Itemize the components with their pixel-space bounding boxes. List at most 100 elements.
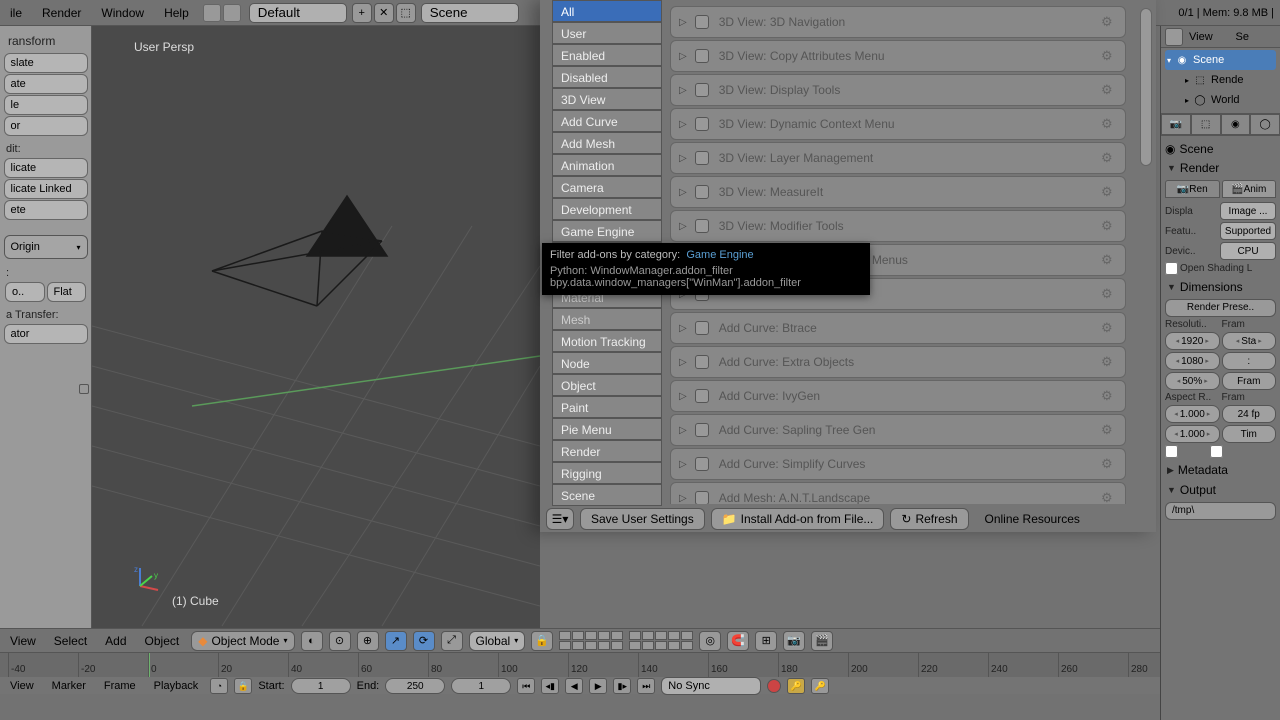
display-dropdown[interactable]: Image ... [1220, 202, 1276, 220]
timeline-frame-menu[interactable]: Frame [98, 680, 142, 692]
layer-button[interactable] [655, 641, 667, 650]
addon-enable-checkbox[interactable] [695, 389, 709, 403]
expand-addon-icon[interactable]: ▷ [679, 17, 695, 28]
menu-render[interactable]: Render [32, 2, 91, 24]
category-rigging[interactable]: Rigging [552, 462, 662, 484]
timeline-view-menu[interactable]: View [4, 680, 40, 692]
tab-layers[interactable]: ⬚ [1191, 114, 1221, 135]
scale-button[interactable]: le [4, 95, 88, 115]
layer-button[interactable] [629, 631, 641, 640]
save-user-settings-button[interactable]: Save User Settings [580, 508, 705, 530]
addon-link-icon[interactable]: ⚙ [1101, 82, 1117, 98]
rotate-button[interactable]: ate [4, 74, 88, 94]
layers-lock[interactable]: 🔒 [531, 631, 553, 651]
layer-button[interactable] [642, 641, 654, 650]
addon-enable-checkbox[interactable] [695, 117, 709, 131]
outliner-item-scene[interactable]: ▾ ◉ Scene [1165, 50, 1276, 70]
output-path-input[interactable]: /tmp\ [1165, 502, 1276, 520]
play-button[interactable]: ▶ [589, 678, 607, 694]
opengl-render-button[interactable]: 📷 [783, 631, 805, 651]
expand-addon-icon[interactable]: ▷ [679, 221, 695, 232]
expand-addon-icon[interactable]: ▷ [679, 153, 695, 164]
category-paint[interactable]: Paint [552, 396, 662, 418]
category-disabled[interactable]: Disabled [552, 66, 662, 88]
category-node[interactable]: Node [552, 352, 662, 374]
jump-start-button[interactable]: ⏮ [517, 678, 535, 694]
addon-link-icon[interactable]: ⚙ [1101, 422, 1117, 438]
timeline-ruler[interactable]: -40-200204060801001201401601802002202402… [0, 653, 1160, 677]
addon-link-icon[interactable]: ⚙ [1101, 490, 1117, 504]
addon-link-icon[interactable]: ⚙ [1101, 286, 1117, 302]
layer-button[interactable] [668, 641, 680, 650]
scene-dropdown[interactable] [421, 3, 519, 23]
keyframe-next-button[interactable]: ▮▸ [613, 678, 631, 694]
render-panel-header[interactable]: ▼Render [1165, 158, 1276, 178]
scene-name-input[interactable] [430, 5, 510, 20]
add-layout-button[interactable]: + [352, 3, 372, 23]
layer-button[interactable] [559, 631, 571, 640]
shade-flat-button[interactable]: Flat [47, 282, 87, 302]
layer-button[interactable] [611, 631, 623, 640]
opengl-anim-button[interactable]: 🎬 [811, 631, 833, 651]
use-preview-range[interactable]: ◔ [210, 678, 228, 694]
expand-addon-icon[interactable]: ▷ [679, 357, 695, 368]
online-resources-link[interactable]: Online Resources [975, 508, 1090, 530]
category-3d-view[interactable]: 3D View [552, 88, 662, 110]
category-all[interactable]: All [552, 0, 662, 22]
layer-button[interactable] [585, 641, 597, 650]
frame-start-field[interactable]: 1 [291, 678, 351, 694]
frame-step-input[interactable]: : [1222, 352, 1277, 370]
addon-enable-checkbox[interactable] [695, 491, 709, 504]
duplicate-button[interactable]: licate [4, 158, 88, 178]
render-tab[interactable]: 📷Ren [1165, 180, 1220, 198]
category-game-engine[interactable]: Game Engine [552, 220, 662, 242]
mode-dropdown[interactable]: ◆ Object Mode ▾ [191, 631, 294, 651]
render-presets-dropdown[interactable]: Render Prese.. [1165, 299, 1276, 317]
layout-name-input[interactable] [258, 5, 338, 20]
expand-addon-icon[interactable]: ▷ [679, 85, 695, 96]
rotate-manipulator[interactable]: ⟳ [413, 631, 435, 651]
outliner-item-render[interactable]: ▸ ⬚ Rende [1165, 70, 1276, 90]
device-dropdown[interactable]: CPU [1220, 242, 1276, 260]
menu-help[interactable]: Help [154, 2, 199, 24]
addon-enable-checkbox[interactable] [695, 15, 709, 29]
duplicate-linked-button[interactable]: licate Linked [4, 179, 88, 199]
expand-addon-icon[interactable]: ▷ [679, 51, 695, 62]
aspect-y-input[interactable]: ◂1.000▸ [1165, 425, 1220, 443]
layer-button[interactable] [585, 631, 597, 640]
outliner-view-menu[interactable]: View [1185, 31, 1230, 43]
operator-button[interactable]: ator [4, 324, 88, 344]
delete-button[interactable]: ete [4, 200, 88, 220]
addon-link-icon[interactable]: ⚙ [1101, 354, 1117, 370]
menu-file[interactable]: ile [0, 2, 32, 24]
tab-render[interactable]: 📷 [1161, 114, 1191, 135]
play-reverse-button[interactable]: ◀ [565, 678, 583, 694]
category-camera[interactable]: Camera [552, 176, 662, 198]
category-motion-tracking[interactable]: Motion Tracking [552, 330, 662, 352]
addon-enable-checkbox[interactable] [695, 49, 709, 63]
resolution-y-input[interactable]: ◂1080▸ [1165, 352, 1220, 370]
outliner[interactable]: ▾ ◉ Scene ▸ ⬚ Rende ▸ ◯ World [1161, 48, 1280, 112]
addon-enable-checkbox[interactable] [695, 457, 709, 471]
mirror-button[interactable]: or [4, 116, 88, 136]
category-enabled[interactable]: Enabled [552, 44, 662, 66]
outliner-item-world[interactable]: ▸ ◯ World [1165, 90, 1276, 110]
current-frame-field[interactable]: 1 [451, 678, 511, 694]
layer-button[interactable] [598, 641, 610, 650]
delete-layout-button[interactable]: ✕ [374, 3, 394, 23]
keying-set-button[interactable]: 🔑 [787, 678, 805, 694]
install-addon-button[interactable]: 📁Install Add-on from File... [711, 508, 885, 530]
animation-tab[interactable]: 🎬Anim [1222, 180, 1277, 198]
scale-manipulator[interactable]: ⤢ [441, 631, 463, 651]
scene-breadcrumb[interactable]: Scene [1179, 142, 1213, 156]
addon-link-icon[interactable]: ⚙ [1101, 184, 1117, 200]
expand-addon-icon[interactable]: ▷ [679, 459, 695, 470]
metadata-panel-header[interactable]: ▶Metadata [1165, 460, 1276, 480]
viewport-shading-button[interactable]: ◐ [301, 631, 323, 651]
screen-layout-dropdown[interactable] [249, 3, 347, 23]
expand-addon-icon[interactable]: ▷ [679, 391, 695, 402]
expand-addon-icon[interactable]: ▷ [679, 425, 695, 436]
frame-end-field[interactable]: 250 [385, 678, 445, 694]
manipulator-toggle[interactable]: ⊕ [357, 631, 379, 651]
addon-link-icon[interactable]: ⚙ [1101, 218, 1117, 234]
